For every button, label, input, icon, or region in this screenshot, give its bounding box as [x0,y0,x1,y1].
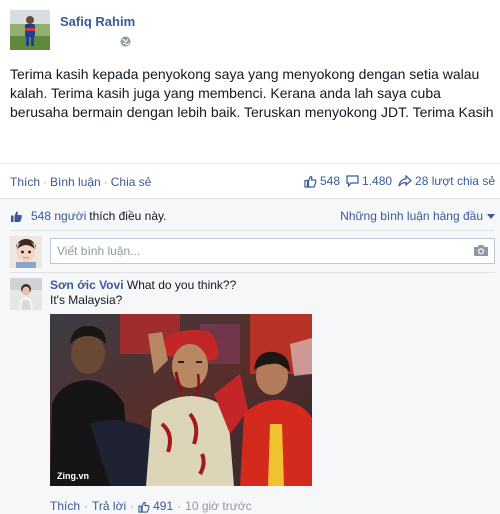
comment-body: Sơn ớic Vovi What do you think?? It's Ma… [50,278,495,513]
post-stats: 548 1.480 28 lượt chia sẻ [298,174,495,188]
post-text: Terima kasih kepada penyokong saya yang … [10,66,494,120]
shares-stat[interactable]: 28 lượt chia sẻ [398,174,495,188]
comment-bubble-icon [346,175,359,187]
commenter-name[interactable]: Sơn ớic Vovi [50,278,124,292]
share-link[interactable]: Chia sẻ [111,175,152,189]
comment-line-1: Sơn ớic Vovi What do you think?? [50,278,495,293]
camera-icon[interactable] [473,244,489,257]
comment-timestamp[interactable]: 10 giờ trước [185,499,251,514]
divider [10,272,495,273]
likers-count-link[interactable]: 548 người [31,209,86,223]
likes-count: 548 [319,174,341,188]
comment-ordering-label: Những bình luận hàng đầu [340,209,483,223]
separator-dot: · [103,175,108,189]
comment-actions: Thích · Trả lời · 491 · 10 giờ trước [50,499,252,514]
chevron-down-icon [487,213,495,219]
like-link[interactable]: Thích [10,175,40,189]
separator-dot: · [84,499,89,513]
current-user-avatar[interactable] [10,236,42,268]
thumbs-up-icon [138,501,150,513]
likes-text: thích điều này. [89,209,167,223]
photo-watermark: Zing.vn [57,471,89,481]
comment-text-line-2: It's Malaysia? [50,293,123,307]
thumbs-up-icon [304,175,317,188]
post-action-bar: Thích · Bình luận · Chia sẻ 548 1.480 28 lượ… [10,174,495,191]
comment-input[interactable] [50,238,495,264]
divider [0,163,500,164]
comment-text-line-1: What do you think?? [126,278,237,292]
likes-summary-row: 548 người thích điều này. Những bình luậ… [10,209,495,225]
globe-icon[interactable] [120,34,131,47]
post-header: Safiq Rahim [10,10,490,50]
post-author-name[interactable]: Safiq Rahim [60,14,135,29]
comments-section: 548 người thích điều này. Những bình luậ… [0,198,500,514]
comment-ordering-dropdown[interactable]: Những bình luận hàng đầu [340,209,495,223]
commenter-avatar[interactable] [10,278,42,310]
shares-count: 28 lượt chia sẻ [415,174,495,188]
comment-reply-link[interactable]: Trả lời [92,499,126,514]
author-avatar[interactable] [10,10,50,50]
comment-link[interactable]: Bình luận [50,175,101,189]
likes-summary: 548 người thích điều này. [10,209,166,223]
post-actions: Thích · Bình luận · Chia sẻ [10,175,151,189]
separator-dot: · [177,499,182,513]
comments-stat[interactable]: 1.480 [346,174,392,188]
comments-count: 1.480 [362,174,393,188]
separator-dot: · [130,499,135,513]
comment-composer [10,236,495,268]
divider [10,230,495,231]
share-arrow-icon [398,175,412,187]
comment-like-link[interactable]: Thích [50,499,80,514]
comment-likes[interactable]: 491 [138,499,173,514]
comment-photo[interactable]: Zing.vn [50,314,312,486]
thumbs-up-icon [11,211,22,222]
comment-likes-count: 491 [153,499,174,513]
likes-stat[interactable]: 548 [304,174,340,188]
separator-dot: · [43,175,48,189]
